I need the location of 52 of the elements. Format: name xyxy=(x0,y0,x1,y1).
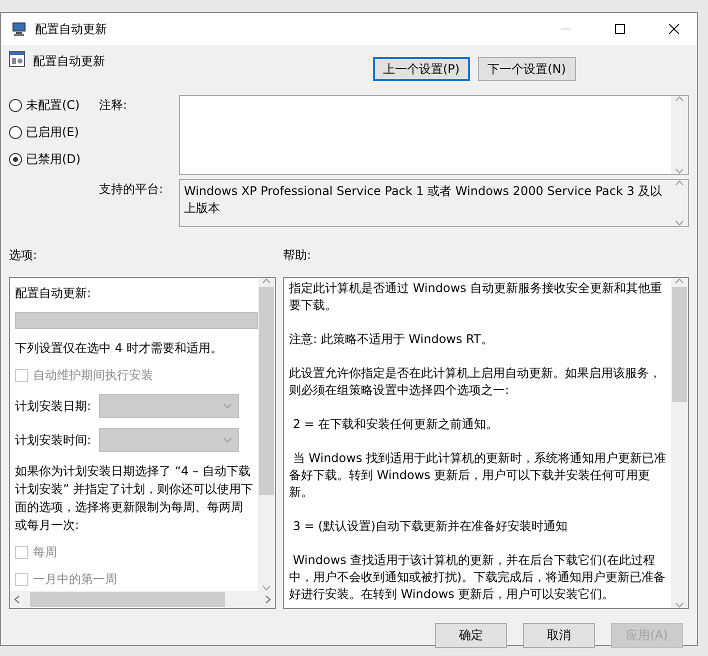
scrollbar-thumb[interactable] xyxy=(259,287,274,495)
dialog-button[interactable]: 确定 xyxy=(435,623,507,648)
scroll-down-icon[interactable] xyxy=(675,602,684,608)
policy-title: 配置自动更新 xyxy=(33,53,106,70)
nav-button[interactable]: 下一个设置(N) xyxy=(478,57,576,81)
option-text: 配置自动更新: xyxy=(15,285,92,302)
nav-button[interactable]: 上一个设置(P) xyxy=(373,57,470,81)
help-text: 注意: 此策略不适用于 Windows RT。 xyxy=(289,331,494,348)
radio-icon[interactable] xyxy=(9,126,22,139)
scrollbar-thumb[interactable] xyxy=(30,592,225,607)
help-text: 2 = 在下载和安装任何更新之前通知。 xyxy=(292,416,500,433)
scroll-down-icon[interactable] xyxy=(675,220,684,226)
close-icon[interactable] xyxy=(669,24,679,34)
option-text: 下列设置仅在选中 4 时才需要和适用。 xyxy=(15,340,224,357)
platform-label: 支持的平台: xyxy=(99,181,164,198)
option-label: 计划安装时间: xyxy=(15,432,92,448)
settings-window-icon xyxy=(9,51,25,67)
scrollbar-thumb[interactable] xyxy=(672,287,687,402)
scroll-down-icon[interactable] xyxy=(262,585,271,591)
help-text: 指定此计算机是否通过 Windows 自动更新服务接收安全更新和其他重要下载。 xyxy=(289,280,664,314)
scroll-down-icon[interactable] xyxy=(223,437,232,443)
comment-label: 注释: xyxy=(99,97,128,114)
scroll-down-icon[interactable] xyxy=(223,403,232,409)
computer-icon xyxy=(11,21,27,37)
window-title: 配置自动更新 xyxy=(35,20,108,38)
radio-icon[interactable] xyxy=(9,99,22,112)
state-radio[interactable]: 已禁用(D) xyxy=(9,151,99,168)
dropdown-field[interactable] xyxy=(15,312,258,329)
option-text: 如果你为计划安装日期选择了 “4 – 自动下载计划安装” 并指定了计划，则你还可以使用下面的选项，选择将更新限制为每周、每两周或每月一次: xyxy=(15,463,254,534)
help-label: 帮助: xyxy=(283,247,312,264)
help-text: Windows 查找适用于该计算机的更新，并在后台下载它们(在此过程中，用户不会收到通知或被打扰)。下载完成后，将通知用户更新已准备好进行安装。在转到 Windows 更新后，用户可以安装它们。 xyxy=(289,552,667,603)
help-text: 3 = (默认设置)自动下载更新并在准备好安装时通知 xyxy=(292,518,569,535)
scroll-up-icon[interactable] xyxy=(262,278,271,284)
options-label: 选项: xyxy=(9,247,38,264)
platform-text: Windows XP Professional Service Pack 1 或者 Windows 2000 Service Pack 3 及以上版本 xyxy=(183,183,664,217)
scroll-up-icon[interactable] xyxy=(675,96,684,102)
comment-field[interactable] xyxy=(179,95,689,175)
state-radio[interactable]: 未配置(C) xyxy=(9,97,99,114)
maximize-icon[interactable] xyxy=(615,24,625,34)
scroll-up-icon[interactable] xyxy=(675,180,684,186)
option-label: 计划安装日期: xyxy=(15,398,92,414)
dropdown-field[interactable] xyxy=(99,394,240,418)
scroll-up-icon[interactable] xyxy=(675,278,684,284)
scroll-right-icon[interactable] xyxy=(265,595,271,604)
radio-icon[interactable] xyxy=(9,153,22,166)
dialog-button[interactable]: 取消 xyxy=(523,623,595,648)
help-text: 此设置允许你指定是否在此计算机上启用自动更新。如果启用该服务，则必须在组策略设置中选择四个选项之一: xyxy=(289,365,662,399)
scroll-down-icon[interactable] xyxy=(675,168,684,174)
state-radio[interactable]: 已启用(E) xyxy=(9,124,99,141)
scroll-left-icon[interactable] xyxy=(14,595,20,604)
dropdown-field[interactable] xyxy=(99,428,240,452)
help-text: 当 Windows 找到适用于此计算机的更新时，系统将通知用户更新已准备好下载。转到 Windows 更新后，用户可以下载并安装任何可用更新。 xyxy=(289,450,667,501)
